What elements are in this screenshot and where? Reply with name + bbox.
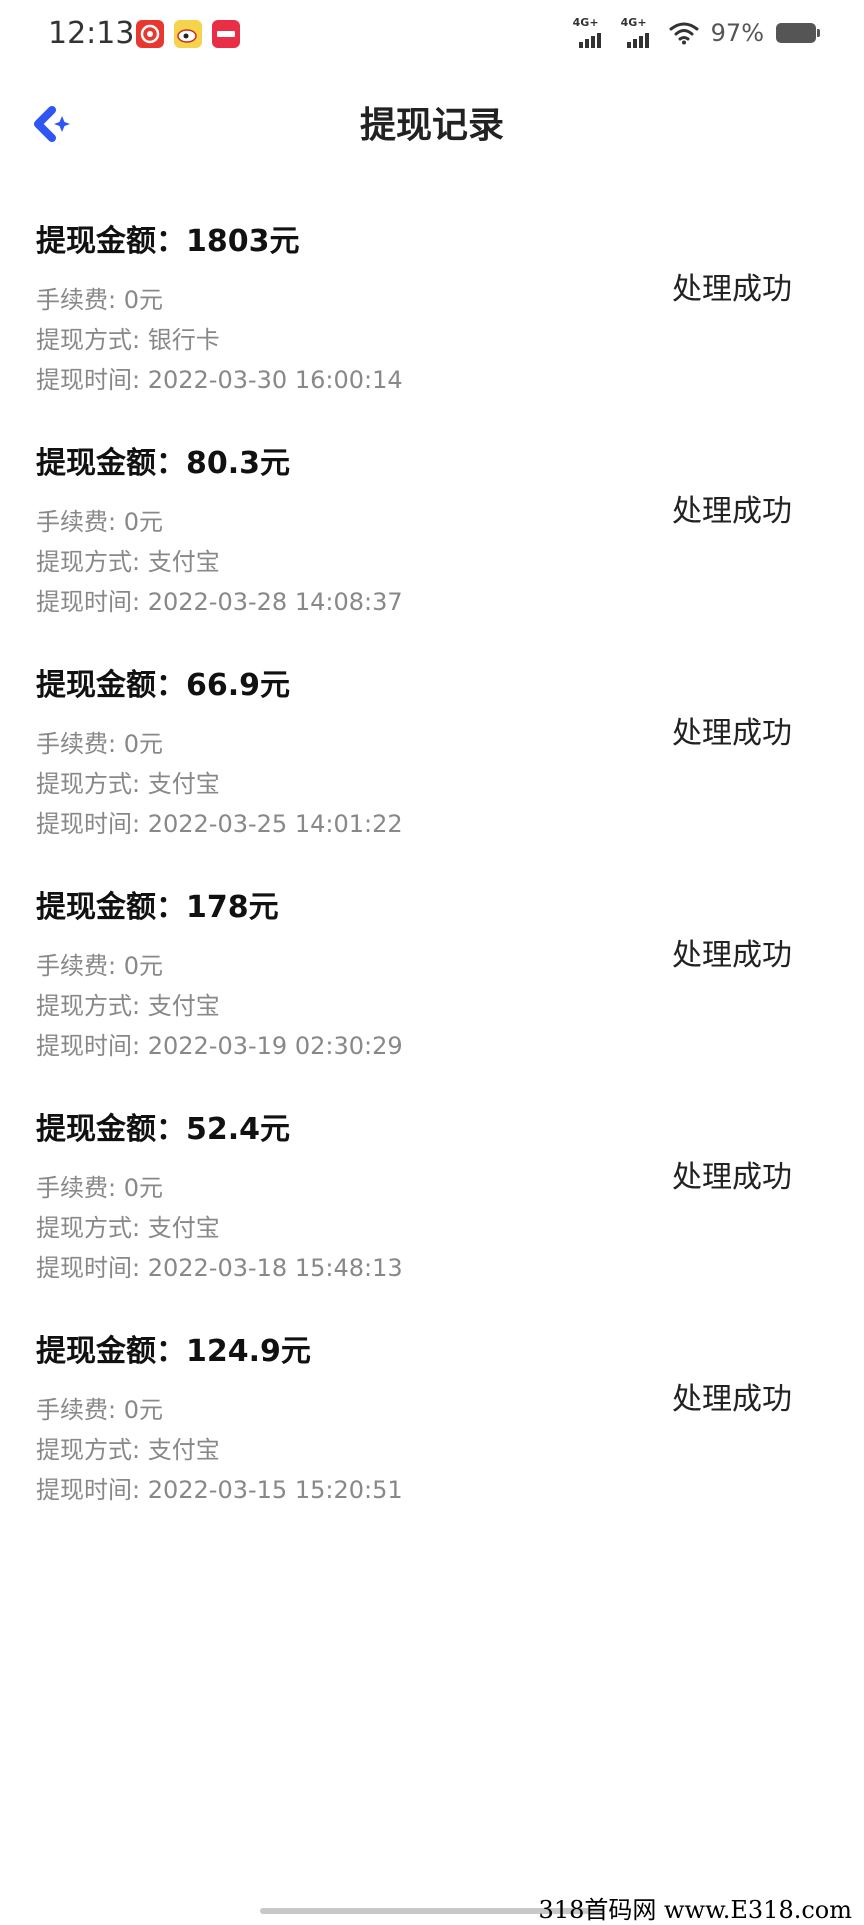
network-type-label: 4G+ bbox=[620, 16, 647, 29]
back-arrow-icon bbox=[34, 106, 70, 142]
xiaohongshu-icon bbox=[212, 20, 240, 48]
record-method: 提现方式: 支付宝 bbox=[36, 1214, 220, 1242]
record-time: 提现时间: 2022-03-28 14:08:37 bbox=[36, 588, 403, 616]
record-amount: 提现金额：80.3元 bbox=[36, 446, 291, 481]
record-method: 提现方式: 支付宝 bbox=[36, 770, 220, 798]
record-status: 处理成功 bbox=[672, 272, 792, 307]
record-fee: 手续费: 0元 bbox=[36, 952, 163, 980]
withdrawal-record[interactable]: 提现金额：52.4元 手续费: 0元 提现方式: 支付宝 提现时间: 2022-… bbox=[0, 1100, 864, 1322]
withdrawal-record[interactable]: 提现金额：178元 手续费: 0元 提现方式: 支付宝 提现时间: 2022-0… bbox=[0, 878, 864, 1100]
record-status: 处理成功 bbox=[672, 1160, 792, 1195]
withdrawal-record-list: 提现金额：1803元 手续费: 0元 提现方式: 银行卡 提现时间: 2022-… bbox=[0, 212, 864, 1544]
record-fee: 手续费: 0元 bbox=[36, 1396, 163, 1424]
notification-icons bbox=[136, 20, 240, 48]
record-amount: 提现金额：66.9元 bbox=[36, 668, 291, 703]
status-time: 12:13 bbox=[48, 16, 135, 51]
record-fee: 手续费: 0元 bbox=[36, 1174, 163, 1202]
status-indicators: 4G+ 4G+ 97% bbox=[572, 16, 820, 48]
record-time: 提现时间: 2022-03-30 16:00:14 bbox=[36, 366, 403, 394]
record-time: 提现时间: 2022-03-19 02:30:29 bbox=[36, 1032, 403, 1060]
record-status: 处理成功 bbox=[672, 938, 792, 973]
netease-music-icon bbox=[136, 20, 164, 48]
app-header: 提现记录 bbox=[0, 72, 864, 168]
record-amount: 提现金额：52.4元 bbox=[36, 1112, 291, 1147]
withdrawal-record[interactable]: 提现金额：66.9元 手续费: 0元 提现方式: 支付宝 提现时间: 2022-… bbox=[0, 656, 864, 878]
record-method: 提现方式: 银行卡 bbox=[36, 326, 220, 354]
battery-icon bbox=[776, 23, 820, 43]
record-fee: 手续费: 0元 bbox=[36, 286, 163, 314]
network-type-label: 4G+ bbox=[572, 16, 599, 29]
record-method: 提现方式: 支付宝 bbox=[36, 992, 220, 1020]
record-amount: 提现金额：1803元 bbox=[36, 224, 300, 259]
battery-percent: 97% bbox=[710, 19, 764, 47]
back-button[interactable] bbox=[28, 96, 84, 152]
status-bar: 12:13 4G+ 4G+ 97% bbox=[0, 0, 864, 72]
withdrawal-record[interactable]: 提现金额：80.3元 手续费: 0元 提现方式: 支付宝 提现时间: 2022-… bbox=[0, 434, 864, 656]
record-status: 处理成功 bbox=[672, 1382, 792, 1417]
record-amount: 提现金额：178元 bbox=[36, 890, 279, 925]
record-method: 提现方式: 支付宝 bbox=[36, 548, 220, 576]
record-status: 处理成功 bbox=[672, 494, 792, 529]
weibo-icon bbox=[174, 20, 202, 48]
record-time: 提现时间: 2022-03-15 15:20:51 bbox=[36, 1476, 403, 1504]
cellular-signal-icon: 4G+ bbox=[620, 16, 657, 48]
record-time: 提现时间: 2022-03-18 15:48:13 bbox=[36, 1254, 403, 1282]
withdrawal-record[interactable]: 提现金额：124.9元 手续费: 0元 提现方式: 支付宝 提现时间: 2022… bbox=[0, 1322, 864, 1544]
record-fee: 手续费: 0元 bbox=[36, 508, 163, 536]
record-fee: 手续费: 0元 bbox=[36, 730, 163, 758]
record-method: 提现方式: 支付宝 bbox=[36, 1436, 220, 1464]
wifi-icon bbox=[669, 21, 699, 45]
withdrawal-record[interactable]: 提现金额：1803元 手续费: 0元 提现方式: 银行卡 提现时间: 2022-… bbox=[0, 212, 864, 434]
record-time: 提现时间: 2022-03-25 14:01:22 bbox=[36, 810, 403, 838]
cellular-signal-icon: 4G+ bbox=[572, 16, 609, 48]
page-title: 提现记录 bbox=[359, 105, 504, 146]
record-status: 处理成功 bbox=[672, 716, 792, 751]
record-amount: 提现金额：124.9元 bbox=[36, 1334, 311, 1369]
